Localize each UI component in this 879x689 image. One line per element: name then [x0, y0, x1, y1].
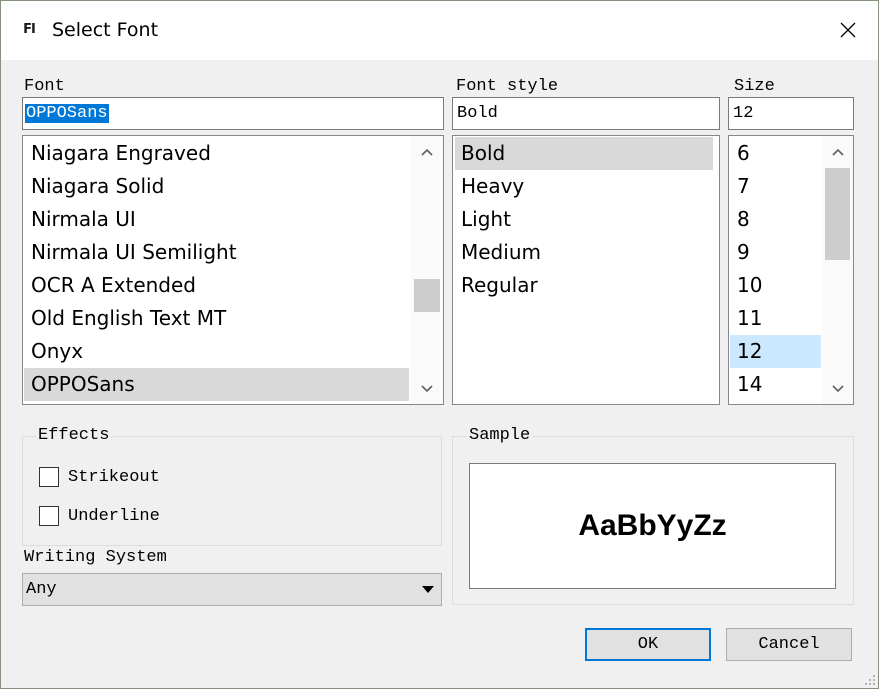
font-style-input[interactable]: Bold	[452, 97, 720, 130]
font-list-item[interactable]: OCR A Extended	[24, 269, 409, 302]
title-bar: FI Select Font	[0, 0, 879, 60]
font-style-item[interactable]: Heavy	[455, 170, 713, 203]
size-list-item[interactable]: 7	[730, 170, 821, 203]
font-style-list[interactable]: Bold Heavy Light Medium Regular	[452, 135, 720, 405]
font-style-list-items: Bold Heavy Light Medium Regular	[455, 137, 713, 302]
font-list-item[interactable]: Niagara Engraved	[24, 137, 409, 170]
font-list-scrollbar[interactable]	[411, 136, 443, 404]
font-list-item[interactable]: Niagara Solid	[24, 170, 409, 203]
font-scroll-thumb[interactable]	[414, 279, 440, 312]
chevron-up-icon	[421, 148, 433, 156]
font-label: Font	[24, 77, 65, 96]
size-list[interactable]: 6 7 8 9 10 11 12 14	[728, 135, 854, 405]
chevron-up-icon	[831, 148, 844, 156]
size-value: 12	[733, 104, 754, 123]
writing-system-value: Any	[26, 580, 57, 599]
chevron-down-icon	[831, 384, 844, 392]
font-list-item[interactable]: OPPOSans	[24, 368, 409, 401]
underline-option[interactable]: Underline	[39, 505, 160, 527]
ok-label: OK	[637, 635, 659, 654]
window-title: Select Font	[52, 19, 159, 41]
font-style-item[interactable]: Medium	[455, 236, 713, 269]
effects-title: Effects	[36, 426, 112, 446]
size-list-item[interactable]: 6	[730, 137, 821, 170]
font-style-item[interactable]: Regular	[455, 269, 713, 302]
font-list-item[interactable]: Nirmala UI Semilight	[24, 236, 409, 269]
size-list-item[interactable]: 14	[730, 368, 821, 401]
app-icon: FI	[23, 22, 36, 37]
sample-group: Sample AaBbYyZz	[452, 426, 854, 605]
size-list-item[interactable]: 12	[730, 335, 821, 368]
writing-system-label: Writing System	[24, 548, 167, 567]
strikeout-label: Strikeout	[68, 467, 160, 487]
size-scroll-down-button[interactable]	[822, 372, 853, 404]
size-list-scrollbar[interactable]	[822, 136, 853, 404]
size-list-item[interactable]: 11	[730, 302, 821, 335]
font-style-item[interactable]: Light	[455, 203, 713, 236]
font-list-items: Niagara Engraved Niagara Solid Nirmala U…	[24, 137, 409, 401]
size-scroll-thumb[interactable]	[825, 168, 850, 260]
font-scroll-down-button[interactable]	[411, 372, 443, 404]
strikeout-option[interactable]: Strikeout	[39, 466, 160, 488]
cancel-button[interactable]: Cancel	[726, 628, 852, 661]
size-list-item[interactable]: 9	[730, 236, 821, 269]
font-style-label: Font style	[456, 77, 559, 96]
close-icon	[840, 22, 856, 38]
size-scroll-track[interactable]	[822, 168, 853, 372]
ok-button[interactable]: OK	[585, 628, 711, 661]
font-style-value: Bold	[457, 104, 498, 123]
strikeout-checkbox[interactable]	[39, 467, 59, 487]
font-style-item[interactable]: Bold	[455, 137, 713, 170]
font-name-value: OPPOSans	[25, 104, 109, 123]
sample-preview: AaBbYyZz	[469, 463, 836, 589]
close-button[interactable]	[826, 10, 870, 50]
size-label: Size	[734, 77, 775, 96]
cancel-label: Cancel	[758, 635, 820, 654]
font-name-input[interactable]: OPPOSans	[22, 97, 444, 130]
font-list-item[interactable]: Onyx	[24, 335, 409, 368]
size-grip-icon[interactable]	[863, 673, 875, 685]
size-list-items: 6 7 8 9 10 11 12 14	[730, 137, 821, 401]
writing-system-combobox[interactable]: Any	[22, 573, 442, 606]
sample-title: Sample	[467, 426, 533, 446]
size-list-item[interactable]: 8	[730, 203, 821, 236]
underline-label: Underline	[68, 506, 160, 526]
dropdown-arrow-icon	[422, 586, 434, 593]
sample-text: AaBbYyZz	[578, 509, 727, 542]
size-input[interactable]: 12	[728, 97, 854, 130]
font-list[interactable]: Niagara Engraved Niagara Solid Nirmala U…	[22, 135, 444, 405]
chevron-down-icon	[421, 384, 433, 392]
font-scroll-up-button[interactable]	[411, 136, 443, 168]
size-list-item[interactable]: 10	[730, 269, 821, 302]
font-list-item[interactable]: Nirmala UI	[24, 203, 409, 236]
underline-checkbox[interactable]	[39, 506, 59, 526]
font-list-item[interactable]: Old English Text MT	[24, 302, 409, 335]
effects-group: Effects Strikeout Underline	[22, 426, 442, 546]
size-scroll-up-button[interactable]	[822, 136, 853, 168]
select-font-dialog: FI Select Font Font Font style Size OPPO…	[0, 0, 879, 689]
font-scroll-track[interactable]	[411, 168, 443, 372]
